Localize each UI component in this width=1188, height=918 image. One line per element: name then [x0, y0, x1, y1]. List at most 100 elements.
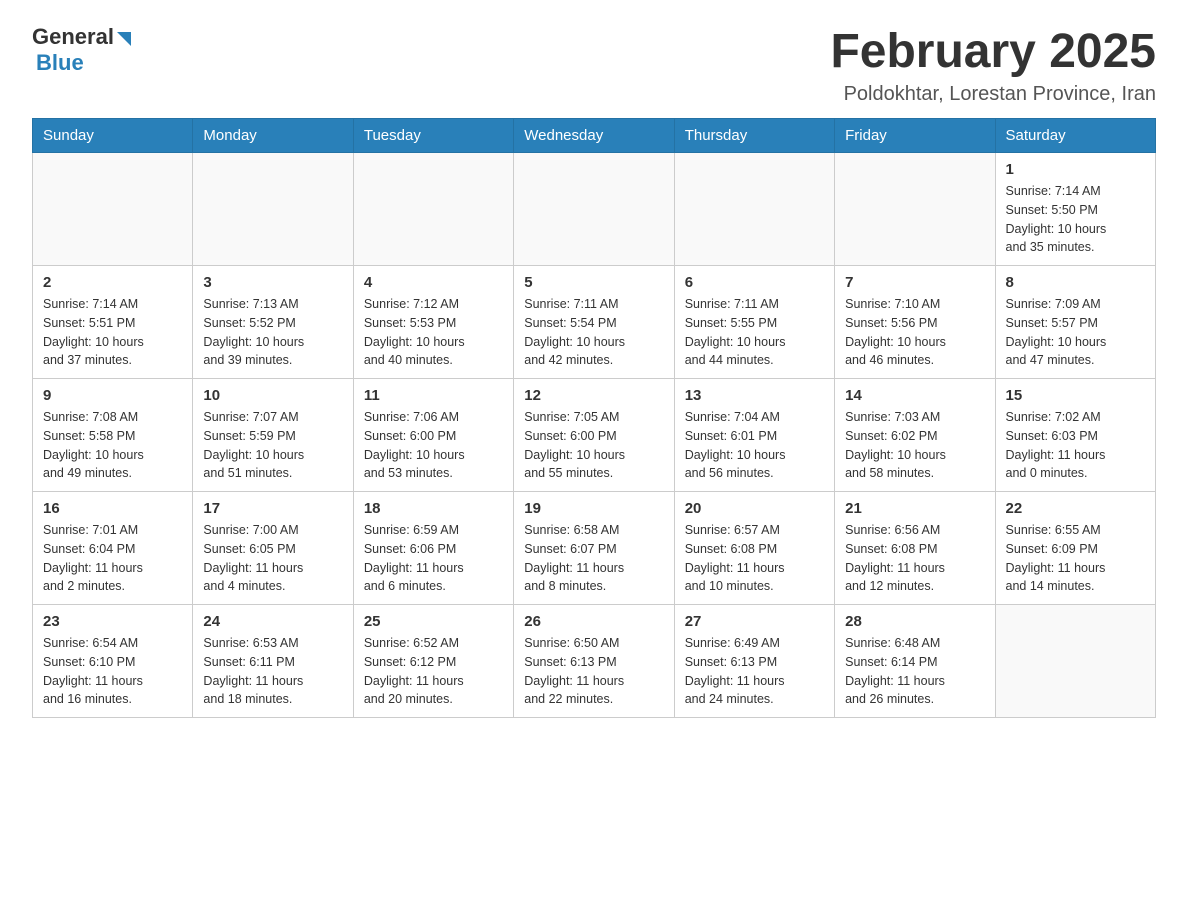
calendar-cell: [353, 153, 513, 266]
calendar-cell: 19 Sunrise: 6:58 AMSunset: 6:07 PMDayligh…: [514, 492, 674, 605]
title-block: February 2025 Poldokhtar, Lorestan Provi…: [830, 24, 1156, 106]
header-thursday: Thursday: [674, 119, 834, 153]
calendar-cell: 20 Sunrise: 6:57 AMSunset: 6:08 PMDayligh…: [674, 492, 834, 605]
day-number: 15: [1006, 387, 1145, 404]
day-info: Sunrise: 7:01 AMSunset: 6:04 PMDaylight:…: [43, 521, 182, 596]
calendar-week-row: 9 Sunrise: 7:08 AMSunset: 5:58 PMDaylight…: [33, 379, 1156, 492]
day-info: Sunrise: 7:05 AMSunset: 6:00 PMDaylight:…: [524, 408, 663, 483]
calendar-cell: 6 Sunrise: 7:11 AMSunset: 5:55 PMDaylight…: [674, 266, 834, 379]
header-wednesday: Wednesday: [514, 119, 674, 153]
header-friday: Friday: [835, 119, 995, 153]
day-number: 10: [203, 387, 342, 404]
day-info: Sunrise: 7:06 AMSunset: 6:00 PMDaylight:…: [364, 408, 503, 483]
day-number: 3: [203, 274, 342, 291]
calendar-cell: 17 Sunrise: 7:00 AMSunset: 6:05 PMDayligh…: [193, 492, 353, 605]
day-number: 20: [685, 500, 824, 517]
day-number: 14: [845, 387, 984, 404]
calendar-week-row: 1 Sunrise: 7:14 AMSunset: 5:50 PMDaylight…: [33, 153, 1156, 266]
day-info: Sunrise: 7:04 AMSunset: 6:01 PMDaylight:…: [685, 408, 824, 483]
day-info: Sunrise: 7:11 AMSunset: 5:55 PMDaylight:…: [685, 295, 824, 370]
day-info: Sunrise: 7:07 AMSunset: 5:59 PMDaylight:…: [203, 408, 342, 483]
day-number: 7: [845, 274, 984, 291]
calendar-cell: [674, 153, 834, 266]
day-number: 11: [364, 387, 503, 404]
day-info: Sunrise: 7:03 AMSunset: 6:02 PMDaylight:…: [845, 408, 984, 483]
day-info: Sunrise: 7:13 AMSunset: 5:52 PMDaylight:…: [203, 295, 342, 370]
day-number: 17: [203, 500, 342, 517]
calendar-cell: [514, 153, 674, 266]
day-info: Sunrise: 7:14 AMSunset: 5:50 PMDaylight:…: [1006, 182, 1145, 257]
calendar-week-row: 2Sunrise: 7:14 AMSunset: 5:51 PMDaylight…: [33, 266, 1156, 379]
calendar-cell: 14 Sunrise: 7:03 AMSunset: 6:02 PMDayligh…: [835, 379, 995, 492]
calendar-cell: 4 Sunrise: 7:12 AMSunset: 5:53 PMDaylight…: [353, 266, 513, 379]
day-info: Sunrise: 6:48 AMSunset: 6:14 PMDaylight:…: [845, 634, 984, 709]
day-number: 18: [364, 500, 503, 517]
calendar-table: Sunday Monday Tuesday Wednesday Thursday…: [32, 118, 1156, 718]
day-info: Sunrise: 6:49 AMSunset: 6:13 PMDaylight:…: [685, 634, 824, 709]
calendar-cell: 7 Sunrise: 7:10 AMSunset: 5:56 PMDaylight…: [835, 266, 995, 379]
logo-general-text: General: [32, 24, 114, 50]
calendar-week-row: 23 Sunrise: 6:54 AMSunset: 6:10 PMDayligh…: [33, 605, 1156, 718]
day-number: 1: [1006, 161, 1145, 178]
day-number: 21: [845, 500, 984, 517]
day-info: Sunrise: 6:50 AMSunset: 6:13 PMDaylight:…: [524, 634, 663, 709]
calendar-cell: 15Sunrise: 7:02 AMSunset: 6:03 PMDayligh…: [995, 379, 1155, 492]
day-number: 16: [43, 500, 182, 517]
day-number: 5: [524, 274, 663, 291]
logo: General Blue: [32, 24, 131, 76]
calendar-cell: 3 Sunrise: 7:13 AMSunset: 5:52 PMDaylight…: [193, 266, 353, 379]
calendar-cell: 9 Sunrise: 7:08 AMSunset: 5:58 PMDaylight…: [33, 379, 193, 492]
day-number: 8: [1006, 274, 1145, 291]
calendar-body: 1 Sunrise: 7:14 AMSunset: 5:50 PMDaylight…: [33, 153, 1156, 718]
calendar-cell: 16 Sunrise: 7:01 AMSunset: 6:04 PMDayligh…: [33, 492, 193, 605]
day-info: Sunrise: 6:52 AMSunset: 6:12 PMDaylight:…: [364, 634, 503, 709]
header-monday: Monday: [193, 119, 353, 153]
calendar-cell: 11 Sunrise: 7:06 AMSunset: 6:00 PMDayligh…: [353, 379, 513, 492]
day-number: 25: [364, 613, 503, 630]
day-info: Sunrise: 7:11 AMSunset: 5:54 PMDaylight:…: [524, 295, 663, 370]
calendar-header-row: Sunday Monday Tuesday Wednesday Thursday…: [33, 119, 1156, 153]
calendar-cell: 28 Sunrise: 6:48 AMSunset: 6:14 PMDayligh…: [835, 605, 995, 718]
calendar-cell: 13 Sunrise: 7:04 AMSunset: 6:01 PMDayligh…: [674, 379, 834, 492]
calendar-cell: [193, 153, 353, 266]
day-info: Sunrise: 7:08 AMSunset: 5:58 PMDaylight:…: [43, 408, 182, 483]
day-number: 26: [524, 613, 663, 630]
calendar-cell: 8 Sunrise: 7:09 AMSunset: 5:57 PMDaylight…: [995, 266, 1155, 379]
header-sunday: Sunday: [33, 119, 193, 153]
calendar-week-row: 16 Sunrise: 7:01 AMSunset: 6:04 PMDayligh…: [33, 492, 1156, 605]
calendar-cell: 5 Sunrise: 7:11 AMSunset: 5:54 PMDaylight…: [514, 266, 674, 379]
day-number: 28: [845, 613, 984, 630]
day-info: Sunrise: 6:54 AMSunset: 6:10 PMDaylight:…: [43, 634, 182, 709]
month-title: February 2025: [830, 24, 1156, 79]
day-number: 4: [364, 274, 503, 291]
calendar-cell: 24Sunrise: 6:53 AMSunset: 6:11 PMDayligh…: [193, 605, 353, 718]
calendar-cell: 2Sunrise: 7:14 AMSunset: 5:51 PMDaylight…: [33, 266, 193, 379]
day-number: 2: [43, 274, 182, 291]
day-info: Sunrise: 6:58 AMSunset: 6:07 PMDaylight:…: [524, 521, 663, 596]
calendar-cell: 21Sunrise: 6:56 AMSunset: 6:08 PMDayligh…: [835, 492, 995, 605]
calendar-cell: 27 Sunrise: 6:49 AMSunset: 6:13 PMDayligh…: [674, 605, 834, 718]
day-info: Sunrise: 7:00 AMSunset: 6:05 PMDaylight:…: [203, 521, 342, 596]
day-number: 6: [685, 274, 824, 291]
logo-blue-text: Blue: [36, 50, 84, 76]
calendar-cell: 1 Sunrise: 7:14 AMSunset: 5:50 PMDaylight…: [995, 153, 1155, 266]
day-info: Sunrise: 6:57 AMSunset: 6:08 PMDaylight:…: [685, 521, 824, 596]
calendar-cell: 12 Sunrise: 7:05 AMSunset: 6:00 PMDayligh…: [514, 379, 674, 492]
day-number: 27: [685, 613, 824, 630]
day-number: 12: [524, 387, 663, 404]
logo-arrow-icon: [117, 32, 131, 46]
day-number: 19: [524, 500, 663, 517]
day-number: 9: [43, 387, 182, 404]
day-number: 23: [43, 613, 182, 630]
day-info: Sunrise: 7:09 AMSunset: 5:57 PMDaylight:…: [1006, 295, 1145, 370]
day-info: Sunrise: 7:12 AMSunset: 5:53 PMDaylight:…: [364, 295, 503, 370]
calendar-cell: 26 Sunrise: 6:50 AMSunset: 6:13 PMDayligh…: [514, 605, 674, 718]
day-number: 13: [685, 387, 824, 404]
calendar-cell: 22Sunrise: 6:55 AMSunset: 6:09 PMDayligh…: [995, 492, 1155, 605]
day-info: Sunrise: 7:10 AMSunset: 5:56 PMDaylight:…: [845, 295, 984, 370]
calendar-cell: 10 Sunrise: 7:07 AMSunset: 5:59 PMDayligh…: [193, 379, 353, 492]
day-number: 22: [1006, 500, 1145, 517]
location-subtitle: Poldokhtar, Lorestan Province, Iran: [830, 83, 1156, 106]
calendar-cell: 18Sunrise: 6:59 AMSunset: 6:06 PMDayligh…: [353, 492, 513, 605]
calendar-cell: 23 Sunrise: 6:54 AMSunset: 6:10 PMDayligh…: [33, 605, 193, 718]
